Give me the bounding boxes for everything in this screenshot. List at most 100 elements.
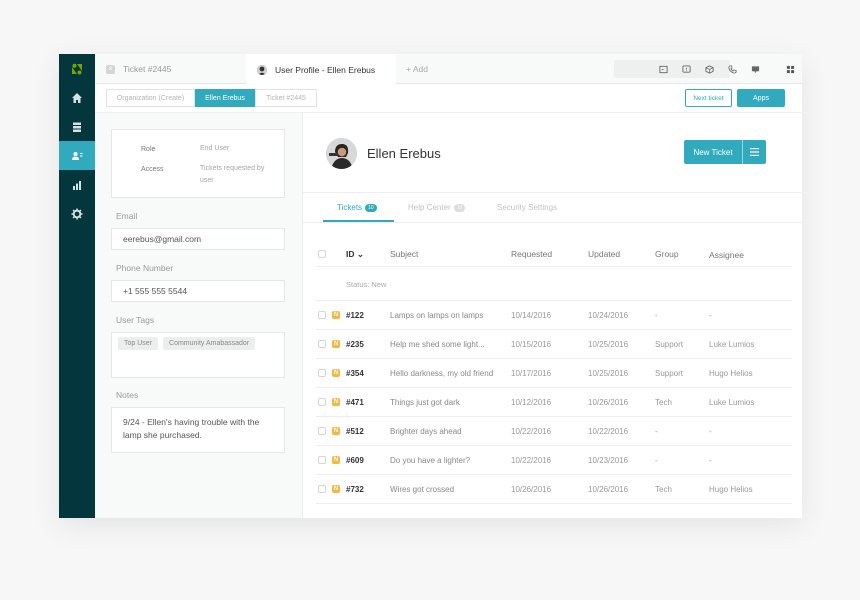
nav-reporting[interactable] [59,170,95,199]
ticket-assignee: - [709,456,712,465]
ticket-assignee: Hugo Helios [709,485,753,494]
chat-button[interactable] [748,62,762,76]
hamburger-icon [750,148,759,156]
nav-home[interactable] [59,83,95,112]
ticket-assignee: Hugo Helios [709,369,753,378]
nav-customers[interactable] [59,141,95,170]
subtab-bar: Tickets 10 Help Center 10 Security Setti… [303,193,802,223]
active-tab-indicator [323,220,394,222]
table-row[interactable]: N #122 Lamps on lamps on lamps 10/14/2016 10… [316,301,792,330]
tab-help-center[interactable]: Help Center 10 [408,203,466,212]
ticket-id[interactable]: #512 [346,427,364,436]
ticket-updated: 10/25/2016 [588,369,629,378]
ticket-id[interactable]: #609 [346,456,364,465]
sidebar-nav [59,54,95,518]
ticket-assignee: - [709,311,712,320]
breadcrumb-organization[interactable]: Organization (Create) [106,89,195,107]
alert-button[interactable] [679,62,693,76]
new-ticket-button[interactable]: New Ticket [684,140,742,164]
ticket-id[interactable]: #732 [346,485,364,494]
access-value[interactable]: Tickets requested by user [200,163,270,187]
ticket-subject[interactable]: Help me shed some light... [390,340,485,349]
chat-icon [751,65,759,73]
ticket-subject[interactable]: Wires got crossed [390,485,454,494]
tab-label: Ticket #2445 [123,64,172,74]
table-header: ID ⌄ Subject Requested Updated Group Ass… [316,241,792,267]
phone-button[interactable] [725,62,739,76]
alert-icon [681,64,691,73]
column-group[interactable]: Group [655,249,679,259]
tab-label: Security Settings [497,203,558,212]
add-tab-button[interactable]: + Add [406,54,428,84]
ticket-subject[interactable]: Things just got dark [390,398,460,407]
nav-views[interactable] [59,112,95,141]
ticket-subject[interactable]: Lamps on lamps on lamps [390,311,483,320]
avatar [326,138,357,169]
row-checkbox[interactable] [318,427,326,435]
screen-button[interactable] [656,62,670,76]
tab-security-settings[interactable]: Security Settings [497,203,557,212]
tab-label: Tickets [337,203,363,212]
ticket-requested: 10/22/2016 [511,456,552,465]
notes-field[interactable]: 9/24 - Ellen's having trouble with the l… [111,407,285,453]
user-tags-field[interactable]: Top User Community Amabassador [111,332,285,378]
row-checkbox[interactable] [318,485,326,493]
column-requested[interactable]: Requested [511,249,552,259]
breadcrumb-ticket[interactable]: Ticket #2445 [255,89,317,107]
row-checkbox[interactable] [318,311,326,319]
ticket-subject[interactable]: Hello darkness, my old friend [390,369,493,378]
ticket-subject[interactable]: Do you have a lighter? [390,456,470,465]
page-title: Ellen Erebus [367,146,441,161]
ticket-requested: 10/14/2016 [511,311,552,320]
next-ticket-button[interactable]: Next ticket [685,89,732,107]
table-row[interactable]: N #235 Help me shed some light... 10/15/201… [316,330,792,359]
nav-admin[interactable] [59,199,95,228]
close-icon[interactable]: × [106,64,115,74]
column-subject[interactable]: Subject [390,249,418,259]
ticket-id[interactable]: #471 [346,398,364,407]
row-checkbox[interactable] [318,456,326,464]
menu-button[interactable] [743,140,766,164]
ticket-group: Support [655,340,684,349]
ticket-updated: 10/24/2016 [588,311,629,320]
ticket-id[interactable]: #354 [346,369,364,378]
logo[interactable] [59,54,95,83]
ticket-id[interactable]: #122 [346,311,364,320]
tab-user-profile[interactable]: User Profile - Ellen Erebus [246,54,396,85]
ticket-group: Tech [655,485,672,494]
table-row[interactable]: N #512 Brighter days ahead 10/22/2016 10/22/… [316,417,792,446]
placeholder [621,62,635,76]
column-id[interactable]: ID ⌄ [346,249,364,260]
role-value[interactable]: End User [200,143,270,155]
table-row[interactable]: N #609 Do you have a lighter? 10/22/2016 10/… [316,446,792,475]
ticket-id[interactable]: #235 [346,340,364,349]
status-group-label: Status: New [346,280,387,289]
package-button[interactable] [702,62,716,76]
phone-field[interactable]: +1 555 555 5544 [111,280,285,302]
row-checkbox[interactable] [318,398,326,406]
table-row[interactable]: N #732 Wires got crossed 10/26/2016 10/26/20… [316,475,792,504]
table-row[interactable]: N #354 Hello darkness, my old friend 10/17/… [316,359,792,388]
notes-label: Notes [116,390,139,400]
count-badge: 10 [453,203,466,212]
breadcrumb-user[interactable]: Ellen Erebus [195,89,255,107]
ticket-subject[interactable]: Brighter days ahead [390,427,462,436]
apps-grid-button[interactable] [783,62,797,76]
tab-ticket-2445[interactable]: × Ticket #2445 [95,54,245,84]
table-row[interactable]: N #471 Things just got dark 10/12/2016 10/26… [316,388,792,417]
row-checkbox[interactable] [318,369,326,377]
column-updated[interactable]: Updated [588,249,620,259]
email-field[interactable]: eerebus@gmail.com [111,228,285,250]
row-checkbox[interactable] [318,340,326,348]
tag-top-user[interactable]: Top User [118,337,159,350]
tag-community-ambassador[interactable]: Community Amabassador [163,337,256,350]
status-badge: N [332,311,340,319]
grid-icon [786,65,794,73]
column-assignee[interactable]: Assignee [709,250,744,260]
ticket-group: - [655,311,658,320]
apps-button[interactable]: Apps [737,89,785,107]
tab-tickets[interactable]: Tickets 10 [337,203,377,212]
select-all-checkbox[interactable] [318,250,326,258]
ticket-group: Tech [655,398,672,407]
customers-icon [72,151,83,160]
